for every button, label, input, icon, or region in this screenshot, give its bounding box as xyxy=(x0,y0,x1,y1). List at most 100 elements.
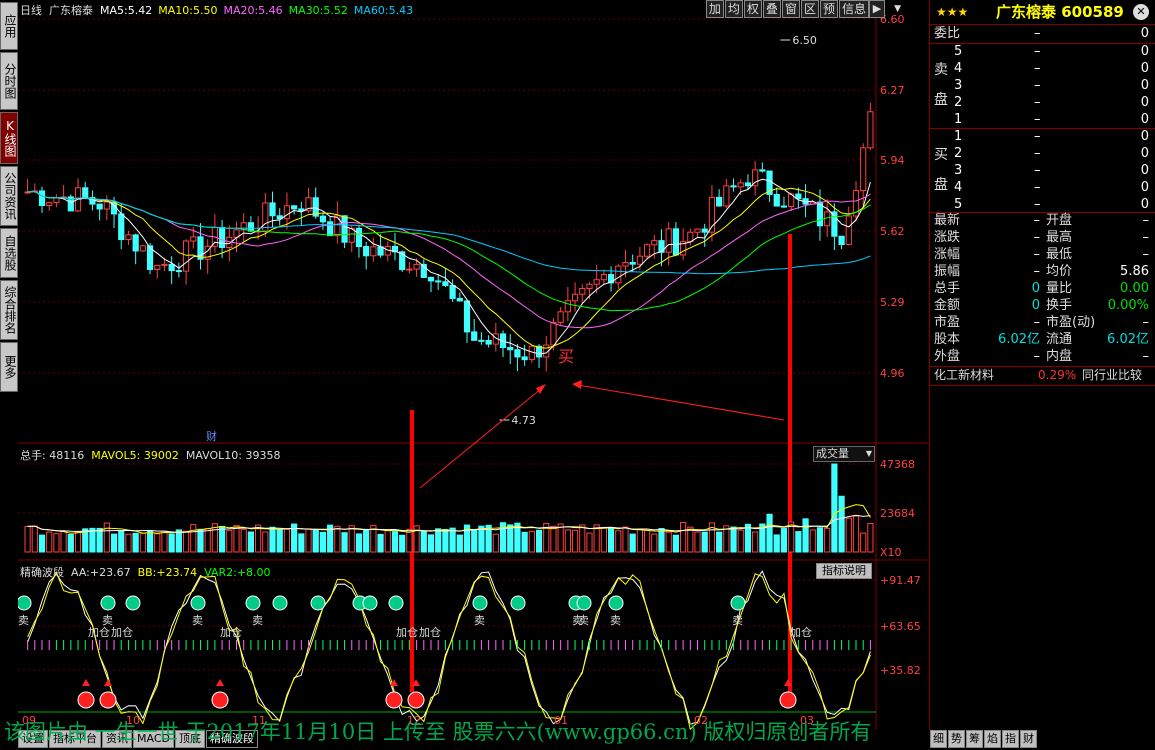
quote-tab[interactable]: 财 xyxy=(1020,730,1037,748)
volume-bar xyxy=(643,529,651,553)
volume-bar xyxy=(89,527,96,553)
candle-body xyxy=(132,234,139,252)
kline-chart-area[interactable]: 6.60 6.27 5.94 5.62 5.29 4.96 47368 23684 X10 +91… xyxy=(18,0,930,730)
quote-tab[interactable]: 焰 xyxy=(984,730,1001,748)
volume-bar xyxy=(334,525,341,553)
candle-body xyxy=(327,221,334,237)
arrow-up-icon xyxy=(216,679,224,686)
volume-tick-label: X10 xyxy=(880,546,902,559)
sell-signal-icon xyxy=(245,595,261,611)
volume-bar xyxy=(471,529,478,553)
arrow-up-icon xyxy=(82,679,90,686)
sell-signal-icon xyxy=(388,595,404,611)
candle-body xyxy=(615,265,622,284)
stat-value: 5.86 xyxy=(1120,264,1149,279)
toolbar-button[interactable]: 叠 xyxy=(762,0,781,18)
buy-level-row: 5 – 0 xyxy=(930,196,1155,213)
level-volume: 0 xyxy=(1140,180,1149,195)
stats-row: 金额 0 换手 0.00% xyxy=(930,297,1155,314)
arrow-right-icon[interactable]: ▶ xyxy=(869,0,885,18)
quote-tab[interactable]: 势 xyxy=(948,730,965,748)
volume-bar xyxy=(766,513,773,553)
candle-body xyxy=(478,339,485,342)
left-tab-5[interactable]: 综合排名 xyxy=(0,280,18,340)
quote-tab[interactable]: 指 xyxy=(1002,730,1019,748)
stat-label: 最低 xyxy=(1046,247,1073,262)
ma-line xyxy=(27,187,871,349)
candle-body xyxy=(723,185,730,207)
industry-compare-link[interactable]: 同行业比较 xyxy=(1082,367,1142,384)
candle-body xyxy=(514,349,521,358)
sell-level-row: 1 – 0 xyxy=(930,111,1155,128)
arrow-head xyxy=(536,384,546,394)
sell-label: 卖 xyxy=(18,614,29,627)
left-tab-6[interactable]: 更多 xyxy=(0,342,18,392)
toolbar-button[interactable]: 预 xyxy=(819,0,838,18)
left-tab-2[interactable]: K线图 xyxy=(0,112,18,164)
volume-bar xyxy=(233,525,240,553)
volume-bar xyxy=(96,527,103,553)
candle-body xyxy=(564,300,571,313)
high-price-label: 6.50 xyxy=(792,34,817,47)
candle-body xyxy=(262,202,269,232)
left-tab-3[interactable]: 公司资讯 xyxy=(0,166,18,226)
left-tab-0[interactable]: 应用 xyxy=(0,2,18,50)
volume-bar xyxy=(427,534,435,553)
ma-legend-item: MA5:5.42 xyxy=(100,4,152,17)
level-number: 2 xyxy=(954,95,963,110)
candle-body xyxy=(456,297,463,302)
stat-label: 内盘 xyxy=(1046,349,1073,364)
level-price: – xyxy=(1034,78,1041,93)
sell-signal-icon xyxy=(272,595,288,611)
candle-body xyxy=(773,193,780,207)
candle-body xyxy=(319,215,327,223)
left-tab-4[interactable]: 自选股 xyxy=(0,228,18,278)
toolbar-button[interactable]: 区 xyxy=(800,0,819,18)
toolbar-button[interactable]: 窗 xyxy=(781,0,800,18)
weibi-value: – xyxy=(1034,26,1041,41)
volume-bar xyxy=(305,528,312,553)
volume-bar xyxy=(571,529,579,553)
indicator-tick-label: +35.82 xyxy=(880,664,921,677)
period-label: 日线 xyxy=(20,4,42,17)
volume-bar xyxy=(391,531,399,553)
indicator-help-button[interactable]: 指标说明 xyxy=(816,563,872,579)
toolbar-button[interactable]: 信息 xyxy=(838,0,869,18)
toolbar-button[interactable]: 权 xyxy=(743,0,762,18)
buy-signal-icon xyxy=(385,691,403,709)
quote-tab[interactable]: 筹 xyxy=(966,730,983,748)
chevron-down-icon[interactable]: ▼ xyxy=(894,4,901,14)
volume-header: 总手: 48116 MAVOL5: 39002 MAVOL10: 39358 xyxy=(20,447,281,463)
volume-bar xyxy=(701,531,708,553)
buy-annotation: 买 xyxy=(558,347,574,366)
volume-bar xyxy=(773,534,780,553)
stat-value: – xyxy=(1142,247,1150,262)
ma-legend-item: MA30:5.52 xyxy=(289,4,348,17)
stock-name: 广东榕泰 xyxy=(49,4,93,17)
sell-level-row: 2 – 0 xyxy=(930,94,1155,111)
chart-canvas[interactable]: 6.606.275.945.625.294.964736823684X10+91… xyxy=(18,0,930,730)
toolbar-button[interactable]: 均 xyxy=(724,0,743,18)
quote-tab[interactable]: 细 xyxy=(930,730,947,748)
toolbar-button[interactable]: 加 xyxy=(705,0,724,18)
volume-bar xyxy=(795,531,802,553)
candle-body xyxy=(665,228,672,253)
industry-name[interactable]: 化工新材料 xyxy=(934,367,994,384)
volume-bar xyxy=(478,525,485,553)
candle-body xyxy=(154,264,161,270)
candle-body xyxy=(643,244,651,257)
buy-signal-icon xyxy=(211,691,229,709)
candle-body xyxy=(622,261,629,267)
weibi-right: 0 xyxy=(1140,26,1149,41)
level-number: 4 xyxy=(954,61,963,76)
volume-bar xyxy=(31,525,38,553)
candle-body xyxy=(557,311,564,323)
volume-indicator-select[interactable]: 成交量 ▼ xyxy=(813,446,875,462)
mavol5-value: 39002 xyxy=(143,449,179,462)
close-icon[interactable]: ✕ xyxy=(1133,4,1149,20)
level-price: – xyxy=(1034,112,1041,127)
left-tab-1[interactable]: 分时图 xyxy=(0,52,18,110)
volume-bar xyxy=(53,533,60,553)
stat-label: 市盈(动) xyxy=(1046,315,1096,330)
stat-value: – xyxy=(1033,315,1041,330)
